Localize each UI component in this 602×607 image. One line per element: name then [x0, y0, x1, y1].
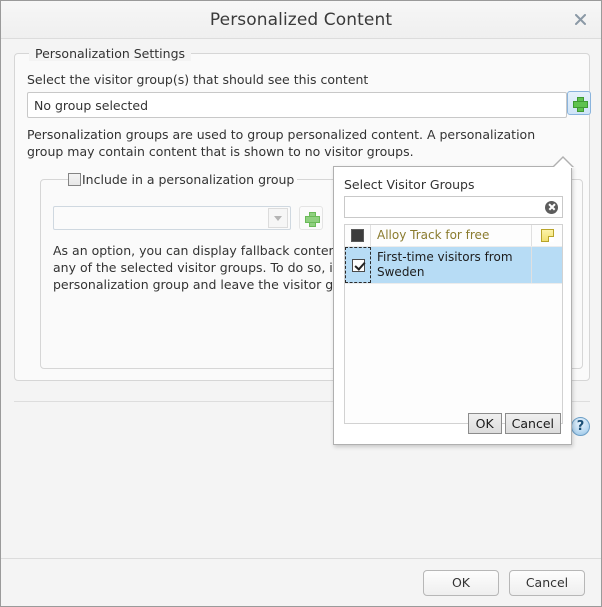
- add-visitor-group-button[interactable]: [567, 91, 591, 115]
- checkbox-indeterminate-icon[interactable]: [351, 229, 364, 242]
- plus-icon: [304, 211, 320, 227]
- clear-icon[interactable]: [545, 200, 558, 214]
- list-item[interactable]: Alloy Track for free: [345, 225, 562, 247]
- popup-callout-arrow: [553, 158, 573, 168]
- popup-ok-button[interactable]: OK: [467, 413, 502, 434]
- personalization-group-select[interactable]: [53, 206, 291, 230]
- selected-visitor-groups-field[interactable]: No group selected: [27, 92, 567, 118]
- note-icon: [540, 229, 554, 242]
- dialog-titlebar: Personalized Content: [1, 1, 601, 39]
- chevron-down-glyph: [274, 215, 282, 221]
- row-checkbox-cell[interactable]: [345, 225, 371, 246]
- search-input[interactable]: [349, 197, 539, 217]
- dialog-title: Personalized Content: [209, 9, 393, 30]
- row-icon-cell: [532, 247, 562, 283]
- include-in-personalization-group-legend: Include in a personalization group: [68, 172, 298, 187]
- select-visitor-group-label: Select the visitor group(s) that should …: [27, 72, 369, 87]
- personalization-group-input[interactable]: [58, 209, 263, 227]
- popup-title: Select Visitor Groups: [344, 177, 475, 192]
- visitor-group-search-box[interactable]: [344, 196, 563, 218]
- plus-icon: [572, 96, 588, 112]
- include-in-personalization-group-checkbox[interactable]: [68, 173, 81, 186]
- select-visitor-groups-popup: Select Visitor Groups Alloy Track for fr…: [333, 156, 574, 445]
- popup-cancel-button[interactable]: Cancel: [504, 413, 561, 434]
- help-icon[interactable]: ?: [571, 417, 590, 436]
- row-checkbox-cell[interactable]: [345, 247, 371, 283]
- cancel-button[interactable]: Cancel: [509, 569, 585, 596]
- personalization-groups-description: Personalization groups are used to group…: [27, 127, 536, 159]
- close-icon[interactable]: [569, 9, 591, 31]
- visitor-groups-list[interactable]: Alloy Track for free First-time visitors…: [344, 224, 563, 424]
- visitor-group-name: First-time visitors from Sweden: [371, 247, 532, 283]
- personalized-content-dialog: Personalized Content Personalization Set…: [0, 0, 602, 607]
- popup-button-bar: OK Cancel: [467, 413, 561, 434]
- checkbox-checked-icon[interactable]: [351, 258, 365, 272]
- list-item[interactable]: First-time visitors from Sweden: [345, 247, 562, 284]
- include-in-personalization-group-label: Include in a personalization group: [82, 172, 295, 187]
- chevron-down-icon[interactable]: [268, 208, 288, 228]
- dialog-footer: OK Cancel: [1, 558, 601, 606]
- visitor-group-name: Alloy Track for free: [371, 225, 532, 246]
- ok-button[interactable]: OK: [423, 569, 499, 596]
- selected-visitor-groups-value: No group selected: [34, 97, 149, 113]
- add-personalization-group-button[interactable]: [299, 206, 323, 230]
- personalization-settings-legend: Personalization Settings: [29, 46, 192, 61]
- dialog-body: Personalization Settings Select the visi…: [1, 39, 601, 606]
- row-icon-cell: [532, 225, 562, 246]
